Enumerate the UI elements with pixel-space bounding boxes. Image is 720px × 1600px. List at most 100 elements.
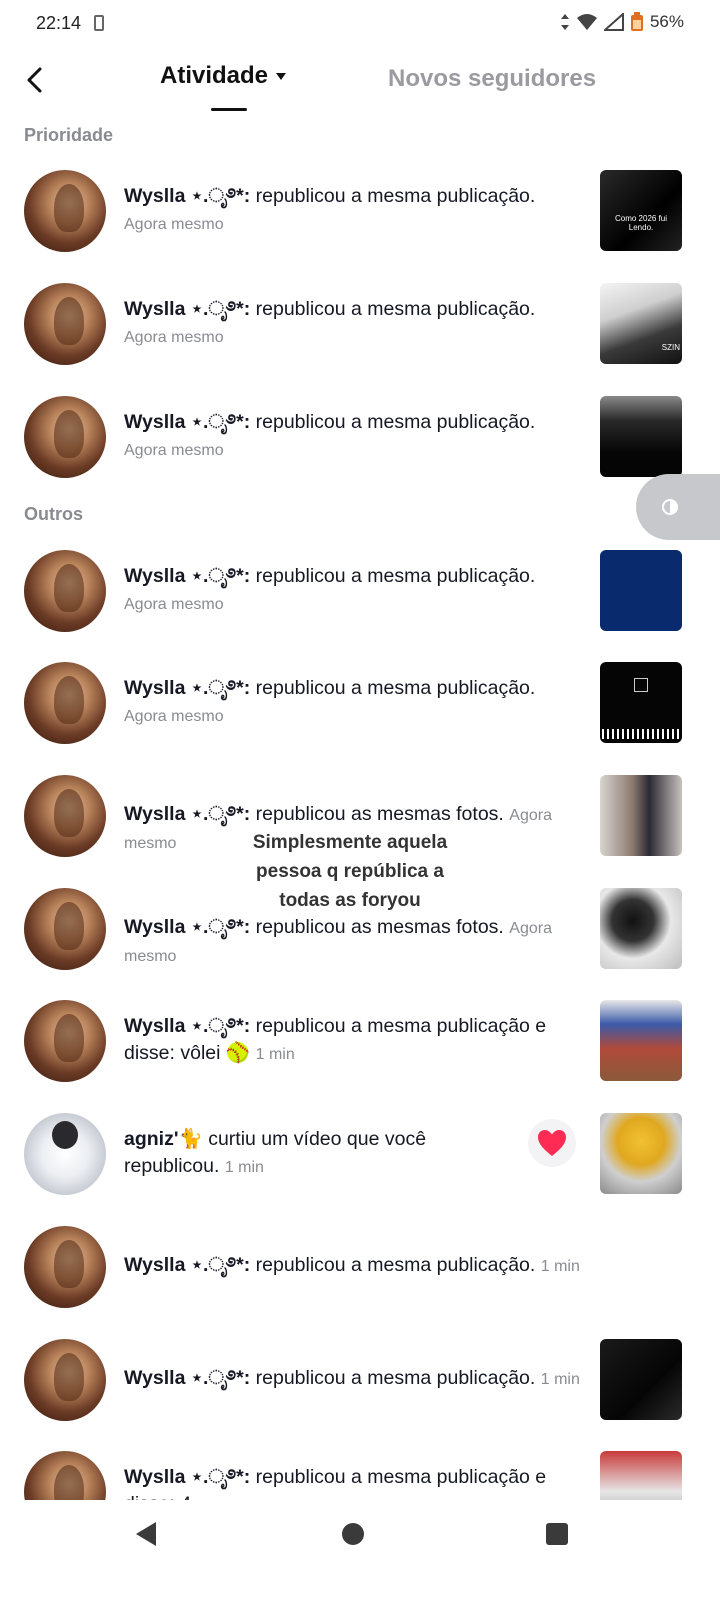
nav-home-icon[interactable] <box>342 1523 364 1545</box>
notification-user[interactable]: Wyslla ⋆.ೃ࿔*: <box>124 565 250 587</box>
nav-recents-icon[interactable] <box>546 1523 568 1545</box>
data-arrows-icon <box>560 14 569 30</box>
avatar[interactable] <box>24 170 106 252</box>
notification-time: Agora mesmo <box>124 329 224 346</box>
notification-time: Agora mesmo <box>124 442 224 459</box>
thumbnail-caption: Como 2026 fui Lendo. <box>614 214 668 232</box>
avatar[interactable] <box>24 662 106 744</box>
notification-row[interactable]: agniz'🐈 curtiu um vídeo que você republi… <box>0 1103 720 1203</box>
avatar[interactable] <box>24 775 106 857</box>
notification-action: republicou a mesma publicação. <box>255 185 536 207</box>
notification-row[interactable]: Wyslla ⋆.ೃ࿔*: republicou a mesma publica… <box>0 990 720 1090</box>
avatar[interactable] <box>24 396 106 478</box>
avatar[interactable] <box>24 1000 106 1082</box>
like-badge <box>528 1119 576 1167</box>
avatar[interactable] <box>24 1451 106 1500</box>
post-thumbnail[interactable]: Como 2026 fui Lendo. <box>600 170 682 251</box>
notification-user[interactable]: Wyslla ⋆.ೃ࿔*: <box>124 1367 250 1389</box>
notification-text: Wyslla ⋆.ೃ࿔*: republicou as mesmas fotos… <box>124 914 586 970</box>
floating-contrast-button[interactable] <box>636 474 720 540</box>
battery-icon <box>630 12 643 31</box>
thumbnail-art <box>634 678 648 692</box>
avatar[interactable] <box>24 550 106 632</box>
notification-row[interactable]: Wyslla ⋆.ೃ࿔*: republicou a mesma publica… <box>0 273 720 373</box>
avatar[interactable] <box>24 888 106 970</box>
notification-time: 1 min <box>224 1159 264 1176</box>
avatar[interactable] <box>24 1113 106 1195</box>
tab-activity-label: Atividade <box>160 62 269 89</box>
notification-time: Agora mesmo <box>124 596 224 613</box>
post-thumbnail[interactable] <box>600 888 682 969</box>
tab-new-followers[interactable]: Novos seguidores <box>388 65 596 93</box>
notification-user[interactable]: Wyslla ⋆.ೃ࿔*: <box>124 411 250 433</box>
overlay-caption: Simplesmente aquela pessoa q república a… <box>252 832 448 911</box>
battery-percent: 56% <box>649 12 684 31</box>
notification-user[interactable]: Wyslla ⋆.ೃ࿔*: <box>124 1254 250 1276</box>
notification-action: republicou a mesma publicação. <box>255 298 536 320</box>
notification-action: republicou as mesmas fotos. <box>255 803 504 825</box>
notification-user[interactable]: Wyslla ⋆.ೃ࿔*: <box>124 1466 250 1488</box>
post-thumbnail[interactable] <box>600 396 682 477</box>
notification-text: Wyslla ⋆.ೃ࿔*: republicou a mesma publica… <box>124 1365 586 1393</box>
notification-action: republicou a mesma publicação. <box>255 1367 536 1389</box>
post-thumbnail[interactable] <box>600 1451 682 1500</box>
notification-user[interactable]: Wyslla ⋆.ೃ࿔*: <box>124 916 250 938</box>
notification-action: republicou a mesma publicação. <box>255 1254 536 1276</box>
post-thumbnail[interactable] <box>600 1339 682 1420</box>
tab-activity[interactable]: Atividade <box>160 62 287 90</box>
notification-user[interactable]: Wyslla ⋆.ೃ࿔*: <box>124 185 250 207</box>
wifi-icon <box>576 14 597 30</box>
notification-text: Wyslla ⋆.ೃ࿔*: republicou a mesma publica… <box>124 563 586 618</box>
notification-time: Agora mesmo <box>124 216 224 233</box>
notification-row[interactable]: Wyslla ⋆.ೃ࿔*: republicou a mesma publica… <box>0 386 720 486</box>
notification-text: agniz'🐈 curtiu um vídeo que você republi… <box>124 1126 514 1181</box>
notification-user[interactable]: Wyslla ⋆.ೃ࿔*: <box>124 1015 250 1037</box>
phone-icon <box>94 15 104 31</box>
status-right: 56% <box>560 12 684 32</box>
nav-back-icon[interactable] <box>136 1522 156 1546</box>
header: Atividade Novos seguidores <box>0 56 720 116</box>
notification-text: Wyslla ⋆.ೃ࿔*: republicou a mesma publica… <box>124 1464 586 1500</box>
notification-text: Wyslla ⋆.ೃ࿔*: republicou a mesma publica… <box>124 675 586 730</box>
system-nav-bar <box>0 1500 720 1600</box>
notification-user[interactable]: Wyslla ⋆.ೃ࿔*: <box>124 803 250 825</box>
notification-row[interactable]: Wyslla ⋆.ೃ࿔*: republicou a mesma publica… <box>0 1329 720 1429</box>
notification-row[interactable]: Wyslla ⋆.ೃ࿔*: republicou a mesma publica… <box>0 652 720 752</box>
notification-user[interactable]: agniz'🐈 <box>124 1128 203 1150</box>
notification-row[interactable]: Wyslla ⋆.ೃ࿔*: republicou a mesma publica… <box>0 540 720 640</box>
contrast-icon <box>662 499 678 515</box>
notification-text: Wyslla ⋆.ೃ࿔*: republicou a mesma publica… <box>124 296 586 351</box>
post-thumbnail[interactable]: SZIN <box>600 283 682 364</box>
thumbnail-caption: SZIN <box>661 343 680 352</box>
notification-action: republicou a mesma publicação. <box>255 565 536 587</box>
post-thumbnail[interactable] <box>600 662 682 743</box>
notification-row[interactable]: Wyslla ⋆.ೃ࿔*: republicou a mesma publica… <box>0 1216 720 1316</box>
caret-down-icon <box>276 72 287 80</box>
avatar[interactable] <box>24 1226 106 1308</box>
notification-user[interactable]: Wyslla ⋆.ೃ࿔*: <box>124 677 250 699</box>
notification-user[interactable]: Wyslla ⋆.ೃ࿔*: <box>124 298 250 320</box>
back-button[interactable] <box>18 62 54 98</box>
signal-icon <box>603 13 624 31</box>
thumbnail-waveform <box>602 729 680 739</box>
post-thumbnail[interactable] <box>600 550 682 631</box>
post-thumbnail[interactable] <box>600 1113 682 1194</box>
notification-text: Wyslla ⋆.ೃ࿔*: republicou a mesma publica… <box>124 183 586 238</box>
notification-action: republicou a mesma publicação. <box>255 411 536 433</box>
avatar[interactable] <box>24 1339 106 1421</box>
notification-action: republicou as mesmas fotos. <box>255 916 504 938</box>
notification-time: 1 min <box>540 1258 580 1275</box>
status-time: 22:14 <box>36 13 82 33</box>
notification-time: 1 min <box>255 1046 295 1063</box>
notification-row[interactable]: Wyslla ⋆.ೃ࿔*: republicou a mesma publica… <box>0 1441 720 1500</box>
post-thumbnail[interactable] <box>600 775 682 856</box>
notification-text: Wyslla ⋆.ೃ࿔*: republicou a mesma publica… <box>124 1252 586 1280</box>
heart-icon <box>538 1130 566 1156</box>
tab-active-indicator <box>211 108 247 111</box>
post-thumbnail[interactable] <box>600 1000 682 1081</box>
avatar[interactable] <box>24 283 106 365</box>
section-label-others: Outros <box>24 504 84 524</box>
notification-row[interactable]: Wyslla ⋆.ೃ࿔*: republicou a mesma publica… <box>0 160 720 260</box>
notification-time: 1 min <box>540 1371 580 1388</box>
notification-text: Wyslla ⋆.ೃ࿔*: republicou a mesma publica… <box>124 1013 586 1068</box>
